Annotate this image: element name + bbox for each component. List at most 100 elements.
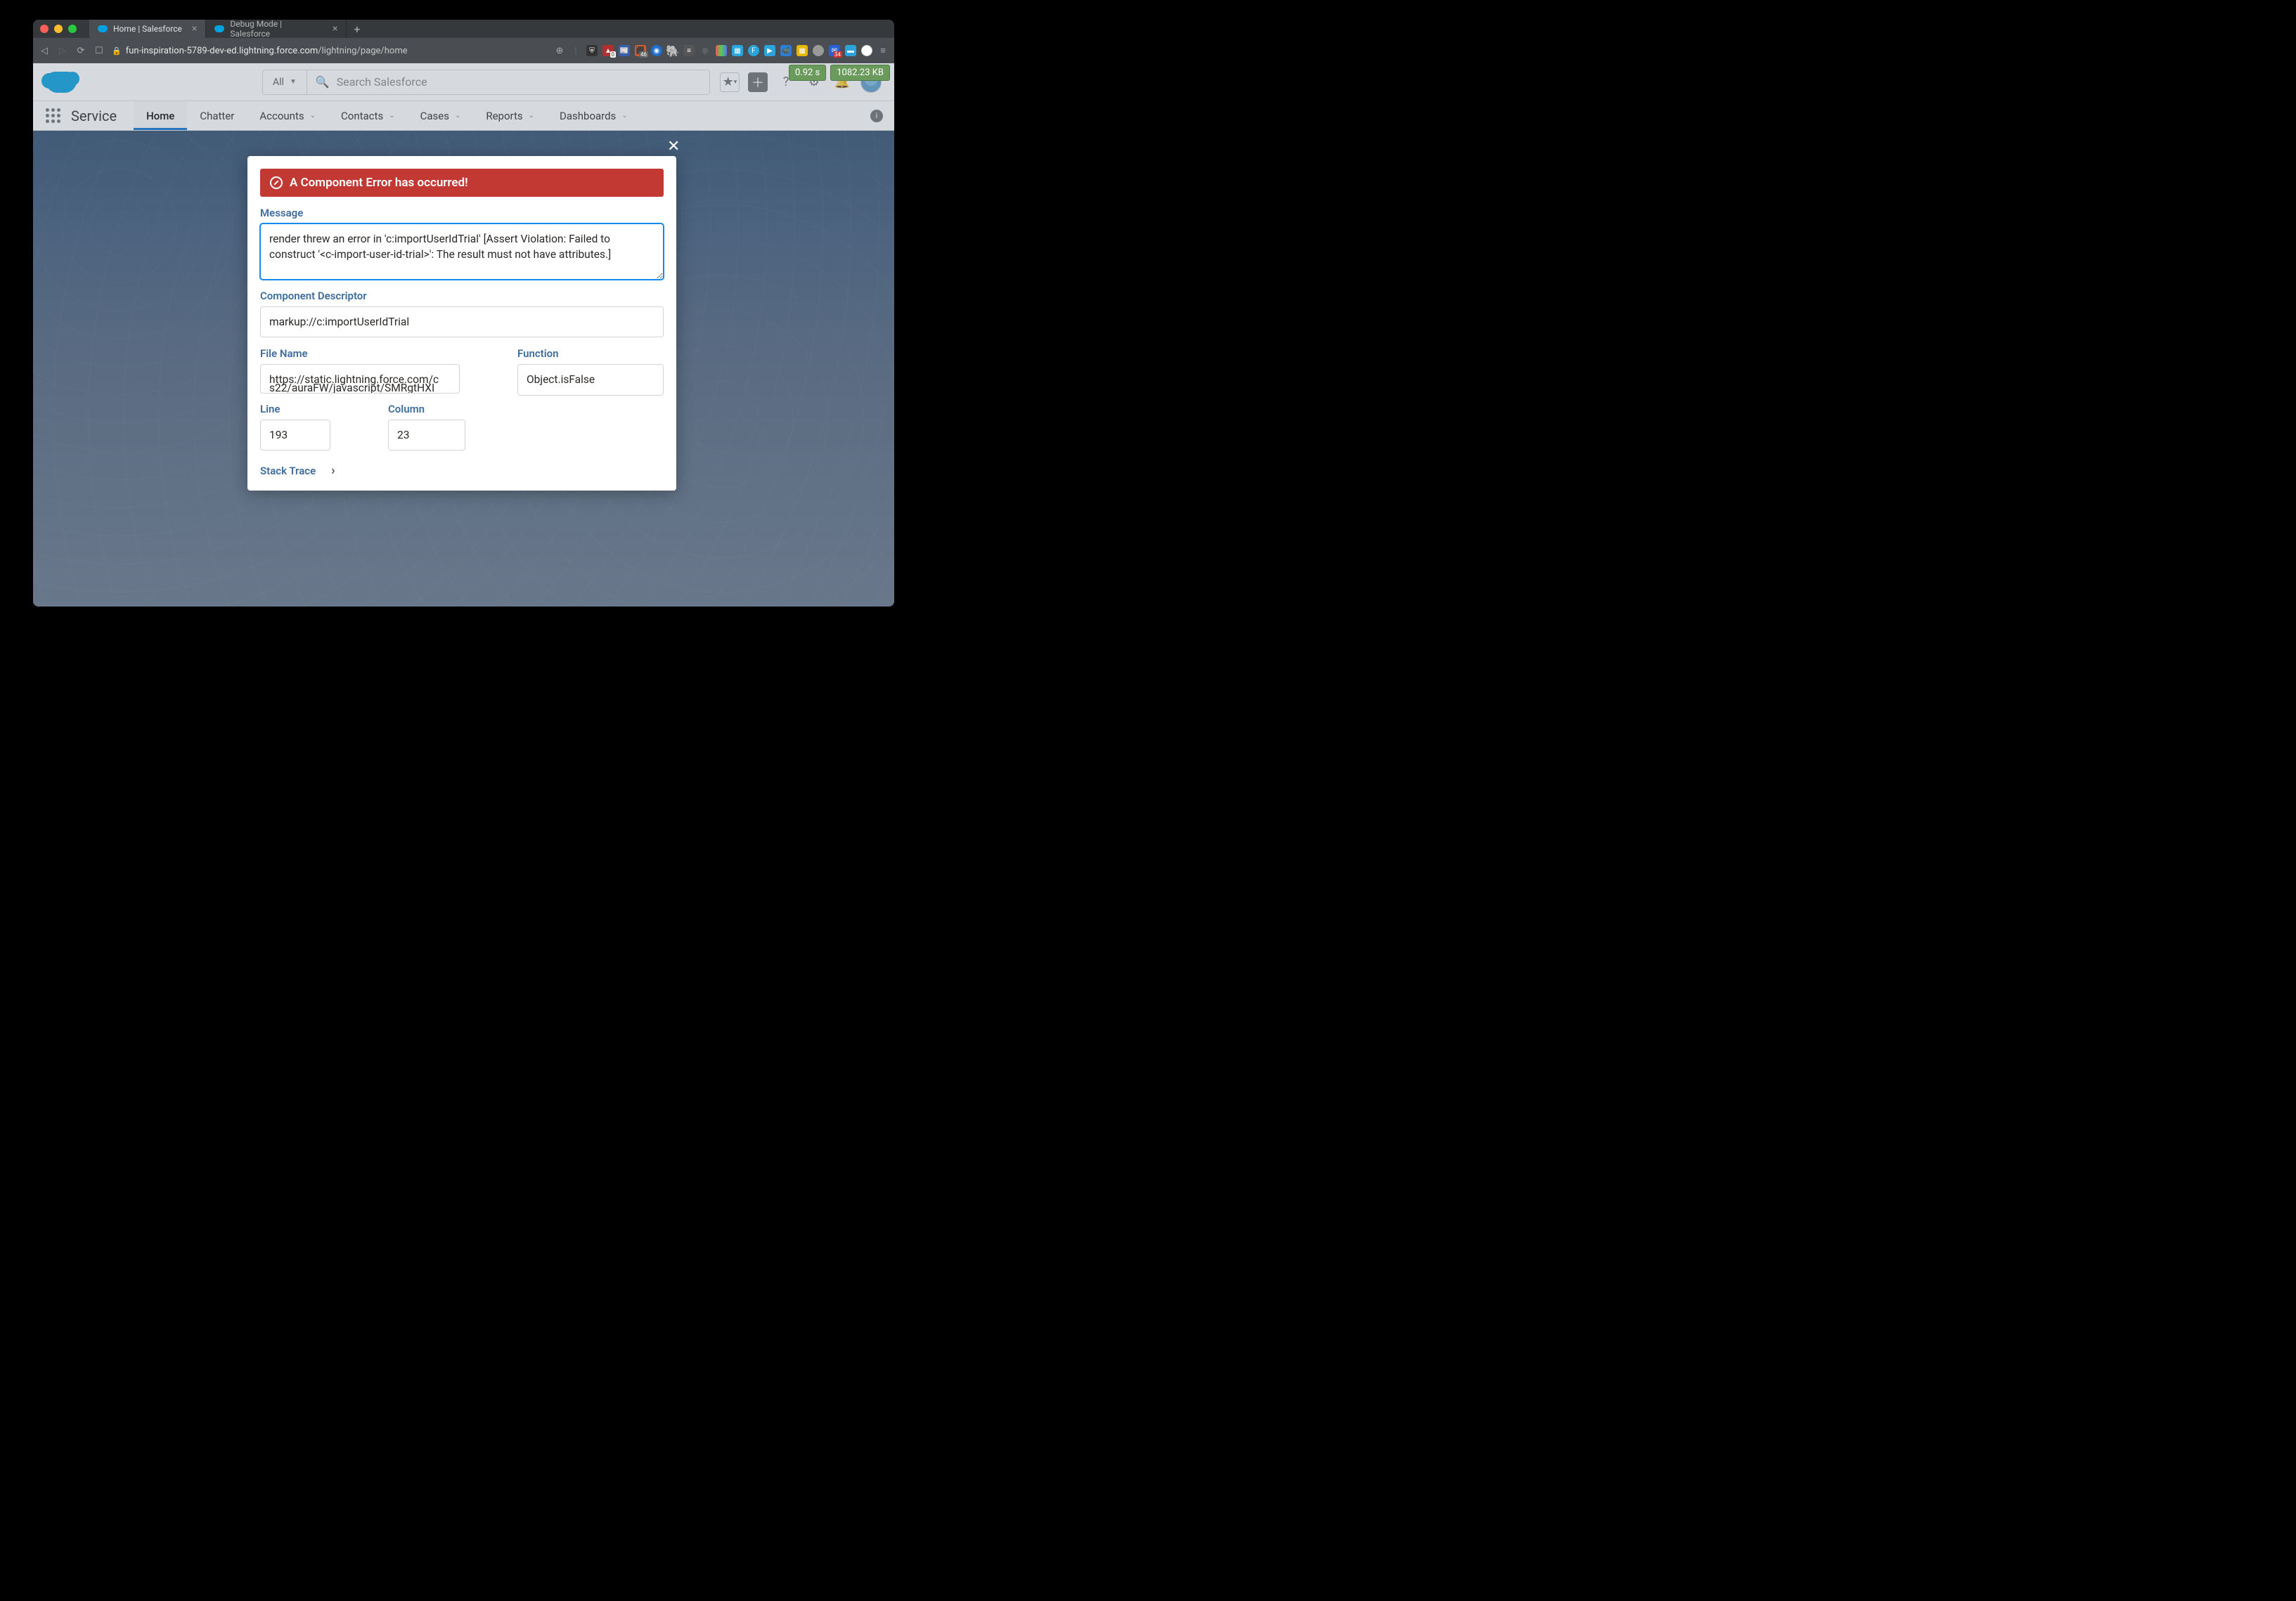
chevron-down-icon: ▼ [290, 78, 297, 86]
tab-title: Debug Mode | Salesforce [230, 20, 323, 39]
chevron-down-icon[interactable]: ⌄ [621, 112, 627, 119]
extension-icon[interactable] [813, 45, 824, 56]
lock-icon: 🔒 [112, 46, 122, 56]
nav-forward-icon[interactable]: ▷ [57, 46, 68, 56]
nav-item-home[interactable]: Home [134, 101, 187, 130]
search-scope-dropdown[interactable]: All ▼ [263, 70, 307, 94]
function-label: Function [517, 347, 664, 360]
column-field[interactable]: 23 [388, 420, 465, 451]
zoom-icon[interactable]: ⊕ [554, 46, 565, 56]
profile-icon[interactable] [861, 45, 872, 56]
browser-tab[interactable]: Debug Mode | Salesforce × [206, 20, 347, 38]
extension-icons: ⊕ | ⛨ ▲0 📰 ⬛46 ◉ 🐘 ≡ ◎ ▦ F ▶ 📹 ▦ ✉34 ▬ ≡ [554, 45, 889, 56]
message-label: Message [260, 207, 664, 219]
divider: | [570, 46, 581, 56]
extension-icon[interactable]: ◉ [651, 45, 662, 56]
url-text: fun-inspiration-5789-dev-ed.lightning.fo… [126, 46, 408, 56]
extension-icon[interactable]: ▬ [845, 45, 856, 56]
window-close-button[interactable] [40, 25, 49, 33]
function-field[interactable]: Object.isFalse [517, 364, 664, 395]
stack-trace-label: Stack Trace [260, 465, 316, 477]
chevron-down-icon[interactable]: ⌄ [310, 112, 316, 119]
perf-size: 1082.23 KB [830, 65, 890, 81]
descriptor-field[interactable]: markup://c:importUserIdTrial [260, 306, 664, 337]
tab-close-icon[interactable]: × [333, 23, 337, 34]
global-actions-button[interactable]: ＋ [748, 72, 768, 92]
salesforce-favicon-icon [98, 25, 108, 32]
extension-icon[interactable]: ✉34 [829, 45, 840, 56]
chevron-down-icon[interactable]: ⌄ [389, 112, 394, 119]
reload-icon[interactable]: ⟳ [75, 46, 86, 56]
nav-item-accounts[interactable]: Accounts⌄ [247, 101, 328, 130]
column-value: 23 [397, 429, 409, 441]
tab-title: Home | Salesforce [113, 24, 182, 34]
browser-toolbar: ◁ ▷ ⟳ ☐ 🔒 fun-inspiration-5789-dev-ed.li… [33, 38, 894, 63]
nav-back-icon[interactable]: ◁ [39, 46, 50, 56]
bookmark-icon[interactable]: ☐ [93, 46, 105, 56]
new-tab-button[interactable]: + [347, 22, 367, 36]
extension-icon[interactable]: ⬛46 [635, 45, 646, 56]
traffic-lights [40, 25, 77, 33]
extension-icon[interactable]: ▦ [732, 45, 743, 56]
file-field[interactable]: https://static.lightning.force.com/c s22… [260, 364, 460, 394]
line-field[interactable]: 193 [260, 420, 330, 451]
favorites-button[interactable]: ★▾ [720, 72, 740, 92]
browser-tabs: Home | Salesforce × Debug Mode | Salesfo… [89, 20, 367, 38]
window-titlebar: Home | Salesforce × Debug Mode | Salesfo… [33, 20, 894, 38]
column-label: Column [388, 403, 465, 415]
extension-icon[interactable]: ▦ [796, 45, 808, 56]
descriptor-text: markup://c:importUserIdTrial [269, 316, 409, 328]
perf-time: 0.92 s [789, 65, 826, 81]
extension-icon[interactable]: 📹 [780, 45, 792, 56]
message-text: render threw an error in 'c:importUserId… [269, 233, 611, 261]
chevron-right-icon: › [331, 463, 335, 478]
extension-icon[interactable]: 📰 [619, 45, 630, 56]
app-nav-bar: Service Home Chatter Accounts⌄ Contacts⌄… [33, 101, 894, 131]
error-title: A Component Error has occurred! [290, 176, 468, 190]
extension-icon[interactable]: ◎ [699, 45, 711, 56]
window-zoom-button[interactable] [68, 25, 77, 33]
function-text: Object.isFalse [527, 373, 595, 386]
search-placeholder: Search Salesforce [337, 75, 427, 89]
chevron-down-icon[interactable]: ⌄ [529, 112, 534, 119]
app-launcher-icon[interactable] [40, 103, 65, 129]
message-field[interactable]: render threw an error in 'c:importUserId… [260, 223, 664, 280]
error-ban-icon [270, 176, 283, 189]
search-scope-label: All [273, 77, 284, 88]
nav-item-contacts[interactable]: Contacts⌄ [328, 101, 408, 130]
extension-icon[interactable] [716, 45, 727, 56]
file-text-line2: s22/auraFW/javascript/SMRgtHXI [269, 380, 434, 394]
salesforce-logo-icon[interactable] [46, 72, 77, 93]
error-banner: A Component Error has occurred! [260, 169, 664, 197]
file-label: File Name [260, 347, 460, 360]
address-bar[interactable]: 🔒 fun-inspiration-5789-dev-ed.lightning.… [112, 46, 408, 56]
chevron-down-icon[interactable]: ⌄ [455, 112, 460, 119]
brave-shield-icon[interactable]: ⛨ [586, 45, 598, 56]
browser-menu-icon[interactable]: ≡ [877, 45, 889, 56]
extension-icon[interactable]: ▲0 [602, 45, 614, 56]
modal-close-button[interactable]: ✕ [667, 138, 680, 155]
search-input[interactable]: 🔍 Search Salesforce [307, 75, 709, 89]
perf-badges: 0.92 s 1082.23 KB [789, 65, 890, 81]
page-content: 0.92 s 1082.23 KB All ▼ 🔍 Search Salesfo… [33, 63, 894, 607]
browser-window: Home | Salesforce × Debug Mode | Salesfo… [33, 20, 894, 607]
global-search: All ▼ 🔍 Search Salesforce [262, 70, 710, 95]
info-icon[interactable]: i [870, 110, 883, 122]
search-icon: 🔍 [316, 75, 330, 89]
window-minimize-button[interactable] [54, 25, 63, 33]
extension-icon[interactable]: ≡ [683, 45, 695, 56]
nav-item-cases[interactable]: Cases⌄ [408, 101, 474, 130]
descriptor-label: Component Descriptor [260, 290, 664, 302]
nav-item-chatter[interactable]: Chatter [187, 101, 247, 130]
evernote-icon[interactable]: 🐘 [667, 45, 678, 56]
error-modal: A Component Error has occurred! Message … [247, 156, 676, 491]
extension-icon[interactable]: F [748, 45, 759, 56]
browser-tab[interactable]: Home | Salesforce × [89, 20, 206, 38]
tab-close-icon[interactable]: × [192, 23, 197, 34]
nav-item-reports[interactable]: Reports⌄ [473, 101, 547, 130]
extension-icon[interactable]: ▶ [764, 45, 775, 56]
nav-item-dashboards[interactable]: Dashboards⌄ [547, 101, 640, 130]
line-value: 193 [269, 429, 288, 441]
stack-trace-toggle[interactable]: Stack Trace › [260, 463, 664, 478]
line-label: Line [260, 403, 330, 415]
